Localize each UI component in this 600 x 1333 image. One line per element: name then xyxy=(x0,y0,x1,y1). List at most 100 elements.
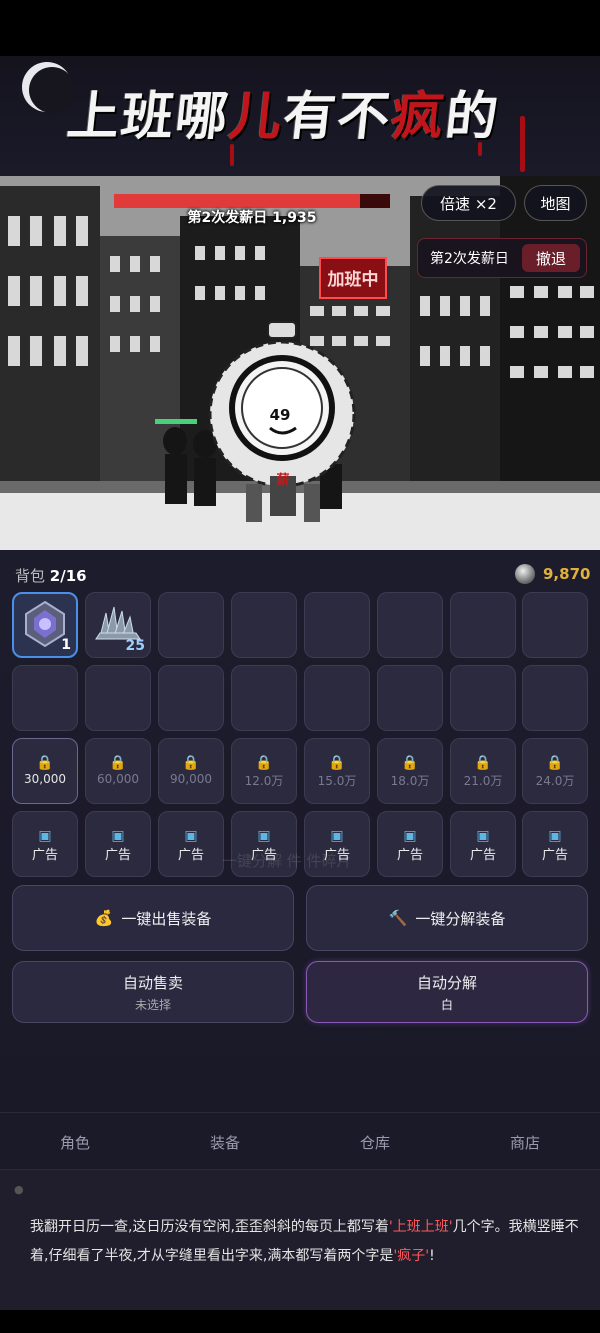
speed-button[interactable]: 倍速 ×2 xyxy=(421,185,516,221)
sell-all-button[interactable]: 💰 一键出售装备 xyxy=(12,885,294,951)
blood-drip xyxy=(520,116,525,172)
inventory-slot[interactable] xyxy=(158,592,224,658)
dismantle-all-button[interactable]: 🔨 一键分解装备 xyxy=(306,885,588,951)
auto-dismantle-label: 自动分解 xyxy=(416,973,477,992)
inventory-slot[interactable] xyxy=(85,665,151,731)
ad-slot[interactable]: ▣ 广告 xyxy=(450,811,516,877)
nav-bar xyxy=(0,1310,600,1333)
blood-drip xyxy=(478,142,482,156)
tv-icon: ▣ xyxy=(38,828,52,844)
inventory-slot[interactable] xyxy=(522,592,588,658)
lock-icon: 🔒 xyxy=(474,755,492,771)
coin-count: 9,870 xyxy=(543,565,591,583)
inventory-slot[interactable] xyxy=(377,665,443,731)
locked-slot[interactable]: 🔒 24.0万 xyxy=(522,738,588,804)
payday-label: 第2次发薪日 xyxy=(430,251,509,267)
ad-slot[interactable]: ▣ 广告 xyxy=(12,811,78,877)
locked-slot[interactable]: 🔒 21.0万 xyxy=(450,738,516,804)
lock-icon: 🔒 xyxy=(546,755,564,771)
tv-icon: ▣ xyxy=(476,828,490,844)
ghost-icon: ● xyxy=(14,1183,24,1196)
story-text: 我翻开日历一查,这日历没有空闲,歪歪斜斜的每页上都写着'上班上班'几个字。我横竖… xyxy=(30,1219,579,1264)
inventory-slot[interactable] xyxy=(377,592,443,658)
hammer-icon: 🔨 xyxy=(388,909,408,927)
auto-dismantle-button[interactable]: 自动分解 白 xyxy=(306,961,588,1023)
item-count: 1 xyxy=(61,637,71,653)
locked-slot[interactable]: 🔒 30,000 xyxy=(12,738,78,804)
inventory-slot[interactable] xyxy=(231,665,297,731)
ad-slot[interactable]: ▣ 广告 xyxy=(377,811,443,877)
unlock-price: 12.0万 xyxy=(244,774,284,788)
tab-character[interactable]: 角色 xyxy=(0,1132,150,1153)
eclipse-moon-icon xyxy=(22,62,75,113)
tv-icon: ▣ xyxy=(111,828,125,844)
svg-text:49: 49 xyxy=(270,406,291,424)
svg-text:薪: 薪 xyxy=(276,472,289,488)
tab-warehouse[interactable]: 仓库 xyxy=(300,1132,450,1153)
payday-panel: 第2次发薪日 撤退 xyxy=(417,238,587,278)
inventory-slot[interactable] xyxy=(304,665,370,731)
ad-label: 广告 xyxy=(177,848,204,863)
inventory-slot[interactable] xyxy=(304,592,370,658)
game-title: 上班哪儿有不疯的 xyxy=(64,86,503,147)
ad-label: 广告 xyxy=(31,848,58,863)
item-count: 25 xyxy=(125,638,145,654)
boss-hp-label: 第2次发薪日 1,935 xyxy=(187,210,317,226)
auto-dismantle-value: 白 xyxy=(440,997,453,1012)
locked-slot[interactable]: 🔒 90,000 xyxy=(158,738,224,804)
lock-icon: 🔒 xyxy=(328,755,346,771)
ghost-toast: 一键分解 件 件碎片 xyxy=(222,852,352,870)
tv-icon: ▣ xyxy=(330,828,344,844)
inventory-slot[interactable] xyxy=(12,665,78,731)
unlock-price: 21.0万 xyxy=(463,774,503,788)
tab-equipment[interactable]: 装备 xyxy=(150,1132,300,1153)
tv-icon: ▣ xyxy=(184,828,198,844)
bag-header: 背包 2/16 xyxy=(15,567,87,585)
tv-icon: ▣ xyxy=(548,828,562,844)
title-banner: 上班哪儿有不疯的 xyxy=(0,56,600,176)
inventory-slot[interactable] xyxy=(522,665,588,731)
unlock-price: 18.0万 xyxy=(390,774,430,788)
unlock-price: 90,000 xyxy=(170,772,212,786)
lock-icon: 🔒 xyxy=(36,755,54,771)
map-button[interactable]: 地图 xyxy=(524,185,587,221)
status-bar xyxy=(0,0,600,56)
unlock-price: 30,000 xyxy=(24,772,66,786)
ad-label: 广告 xyxy=(396,848,423,863)
tab-shop[interactable]: 商店 xyxy=(450,1132,600,1153)
ad-slot[interactable]: ▣ 广告 xyxy=(85,811,151,877)
inventory-slot[interactable] xyxy=(231,592,297,658)
lock-icon: 🔒 xyxy=(109,755,127,771)
unlock-price: 60,000 xyxy=(97,772,139,786)
city-background: 加班中 49 薪 xyxy=(0,176,600,550)
inventory-slot[interactable] xyxy=(450,665,516,731)
coin-icon xyxy=(515,564,535,584)
ad-label: 广告 xyxy=(469,848,496,863)
svg-text:加班中: 加班中 xyxy=(327,269,379,290)
locked-slot[interactable]: 🔒 15.0万 xyxy=(304,738,370,804)
battle-scene: 加班中 49 薪 xyxy=(0,176,600,550)
inventory-slot[interactable] xyxy=(450,592,516,658)
ad-label: 广告 xyxy=(104,848,131,863)
locked-slot[interactable]: 🔒 18.0万 xyxy=(377,738,443,804)
money-bag-icon: 💰 xyxy=(94,909,114,927)
ad-slot[interactable]: ▣ 广告 xyxy=(522,811,588,877)
lock-icon: 🔒 xyxy=(401,755,419,771)
retreat-button[interactable]: 撤退 xyxy=(522,244,580,272)
auto-sell-value: 未选择 xyxy=(134,997,171,1012)
sell-all-label: 一键出售装备 xyxy=(121,909,212,928)
auto-sell-label: 自动售卖 xyxy=(122,973,183,992)
inventory-slot[interactable] xyxy=(158,665,224,731)
ad-slot[interactable]: ▣ 广告 xyxy=(158,811,224,877)
inventory-slot[interactable]: 25 xyxy=(85,592,151,658)
inventory-slot[interactable]: 1 xyxy=(12,592,78,658)
locked-slot[interactable]: 🔒 60,000 xyxy=(85,738,151,804)
locked-slot[interactable]: 🔒 12.0万 xyxy=(231,738,297,804)
blood-drip xyxy=(230,144,234,166)
auto-sell-button[interactable]: 自动售卖 未选择 xyxy=(12,961,294,1023)
tv-icon: ▣ xyxy=(257,828,271,844)
tv-icon: ▣ xyxy=(403,828,417,844)
boss-hp-bar xyxy=(114,194,390,208)
lock-icon: 🔒 xyxy=(255,755,273,771)
bottom-tabs: 角色 装备 仓库 商店 xyxy=(0,1112,600,1170)
